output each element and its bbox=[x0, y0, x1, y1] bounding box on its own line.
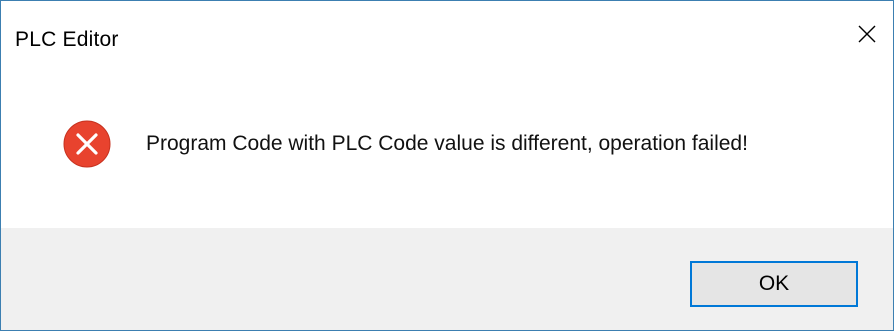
close-button[interactable] bbox=[841, 15, 893, 57]
window-title: PLC Editor bbox=[15, 28, 119, 51]
dialog-footer: OK bbox=[1, 228, 893, 330]
error-icon bbox=[63, 120, 111, 168]
title-bar[interactable]: PLC Editor bbox=[1, 1, 893, 76]
message-dialog: PLC Editor Program Code with PLC Code va… bbox=[0, 0, 894, 331]
error-message: Program Code with PLC Code value is diff… bbox=[146, 132, 748, 155]
close-icon bbox=[857, 24, 877, 49]
ok-button[interactable]: OK bbox=[690, 261, 858, 307]
dialog-content: Program Code with PLC Code value is diff… bbox=[1, 76, 893, 228]
